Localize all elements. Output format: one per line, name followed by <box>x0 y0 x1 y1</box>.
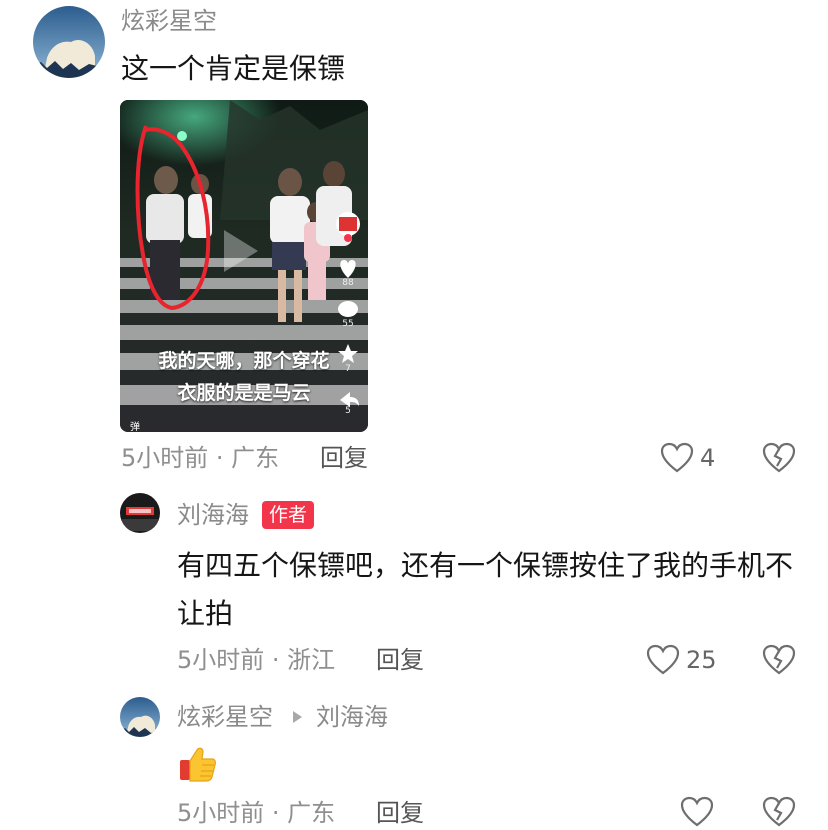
video-comment-count: 55 <box>342 319 354 329</box>
username[interactable]: 刘海海 <box>177 500 249 530</box>
avatar[interactable] <box>33 6 105 78</box>
like-count: 4 <box>700 444 716 472</box>
username[interactable]: 炫彩星空 <box>121 6 217 36</box>
dislike-broken-heart-icon[interactable] <box>762 644 796 676</box>
heart-icon <box>680 796 714 827</box>
reply-button[interactable]: 回复 <box>320 443 368 473</box>
like-button[interactable] <box>680 796 720 830</box>
thumbs-up-emoji <box>180 747 216 782</box>
reply-arrow-icon <box>293 711 302 723</box>
reply-button[interactable]: 回复 <box>376 798 424 828</box>
comment-meta: 5小时前 · 广东 <box>121 444 280 472</box>
heart-icon <box>646 644 680 675</box>
video-share-count: 5 <box>345 406 351 416</box>
dislike-broken-heart-icon[interactable] <box>762 796 796 828</box>
reply-target-username[interactable]: 刘海海 <box>316 702 388 732</box>
heart-icon <box>660 442 694 473</box>
video-fav-count: 7 <box>345 364 351 374</box>
like-button[interactable]: 25 <box>646 642 722 676</box>
author-badge: 作者 <box>262 501 315 529</box>
video-caption-line1: 我的天哪，那个穿花 <box>158 350 330 372</box>
like-count: 25 <box>686 646 717 674</box>
comment-text: 有四五个保镖吧，还有一个保镖按住了我的手机不让拍 <box>177 549 794 630</box>
avatar[interactable] <box>120 493 160 533</box>
comment-text: 这一个肯定是保镖 <box>121 52 346 85</box>
avatar[interactable] <box>120 697 160 737</box>
username[interactable]: 炫彩星空 <box>177 702 273 732</box>
video-thumbnail[interactable]: 我的天哪，那个穿花 衣服的是是马云 88 55 7 5 弹 <box>120 100 368 432</box>
dislike-broken-heart-icon[interactable] <box>762 442 796 474</box>
video-like-count: 88 <box>342 278 354 288</box>
comment-meta: 5小时前 · 浙江 <box>177 646 336 674</box>
danmu-label[interactable]: 弹 <box>130 418 140 432</box>
comment-meta: 5小时前 · 广东 <box>177 799 336 827</box>
like-button[interactable]: 4 <box>660 440 716 474</box>
reply-button[interactable]: 回复 <box>376 645 424 675</box>
video-caption-line2: 衣服的是是马云 <box>177 382 311 404</box>
